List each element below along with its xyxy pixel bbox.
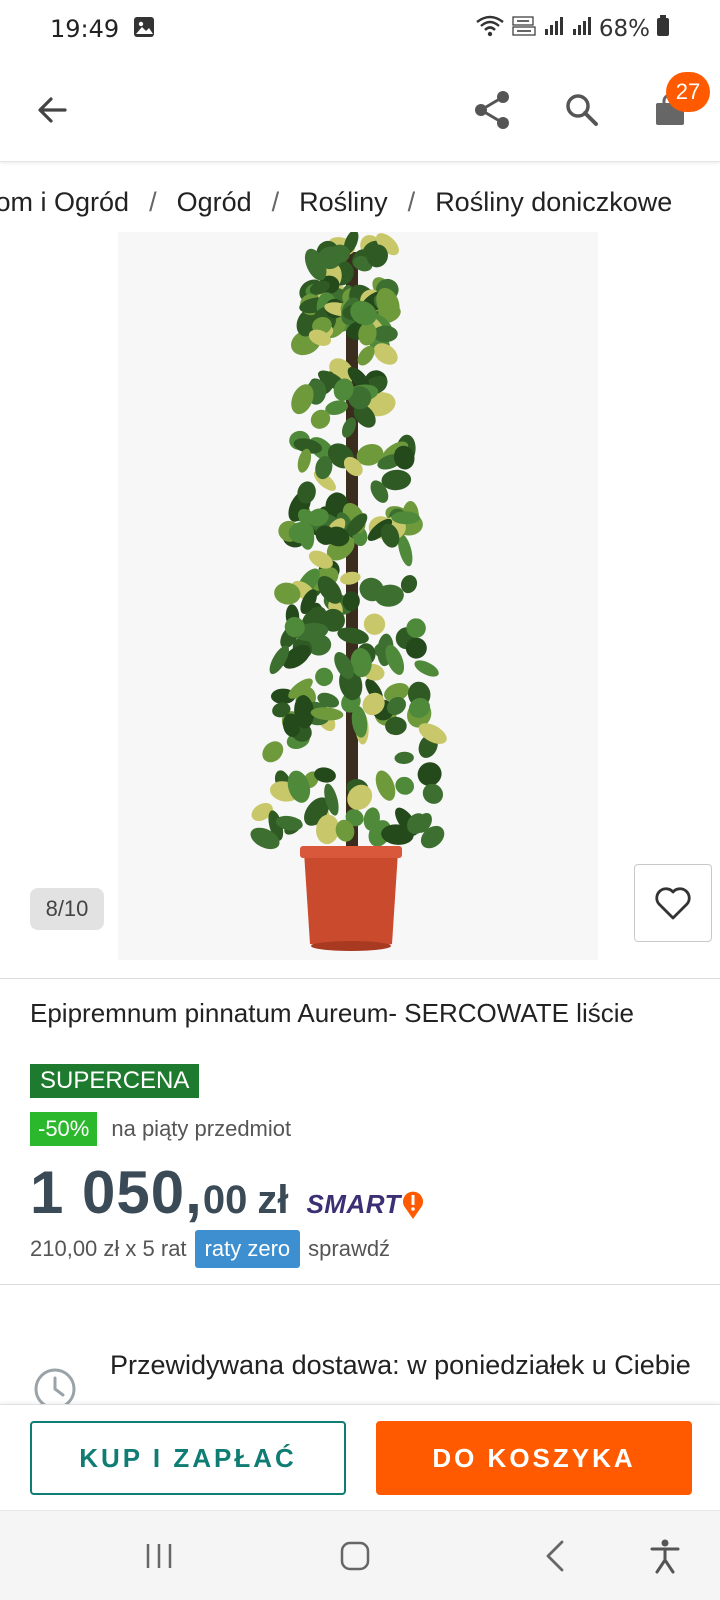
- smart-exclamation-icon: [402, 1191, 423, 1219]
- supercena-badge: SUPERCENA: [30, 1064, 200, 1098]
- installment-text: 210,00 zł x 5 rat: [30, 1236, 187, 1261]
- accessibility-icon: [650, 1539, 680, 1574]
- search-button[interactable]: [560, 86, 604, 134]
- leaf-shape: [315, 667, 334, 687]
- back-arrow-icon: [38, 97, 67, 123]
- divider: [0, 978, 720, 979]
- status-left: 19:49: [50, 15, 155, 43]
- delivery-text: Przewidywana dostawa: w poniedziałek u C…: [110, 1350, 691, 1380]
- status-right: 68%: [475, 14, 670, 44]
- product-image: [250, 232, 447, 951]
- search-icon: [566, 94, 598, 126]
- product-gallery[interactable]: 8/10: [0, 232, 720, 960]
- leaf-shape: [262, 741, 284, 763]
- discount-badge: -50%: [30, 1112, 98, 1146]
- favorite-button[interactable]: [634, 864, 712, 942]
- divider: [0, 1284, 720, 1285]
- buy-now-button[interactable]: KUP I ZAPŁAĆ: [30, 1421, 346, 1495]
- breadcrumb-item[interactable]: Ogród: [177, 187, 252, 218]
- breadcrumb-item[interactable]: Dom i Ogród: [0, 187, 129, 218]
- cart-count-badge: 27: [666, 72, 710, 112]
- discount-text: na piąty przedmiot: [111, 1116, 292, 1141]
- smart-label: SMART: [306, 1189, 401, 1219]
- bottom-action-bar: KUP I ZAPŁAĆ DO KOSZYKA: [0, 1404, 720, 1510]
- discount-row: -50% na piąty przedmiot: [30, 1112, 291, 1146]
- leaf-shape: [394, 751, 414, 765]
- image-counter: 8/10: [30, 888, 104, 930]
- breadcrumb-separator: /: [271, 186, 280, 217]
- smart-logo[interactable]: SMART: [306, 1189, 424, 1220]
- back-nav-button[interactable]: [530, 1531, 580, 1581]
- leaf-shape: [414, 660, 439, 677]
- price-row: 1 050, 00 zł SMART: [30, 1158, 425, 1227]
- accessibility-button[interactable]: [640, 1531, 690, 1581]
- share-button[interactable]: [470, 86, 514, 134]
- heart-icon: [655, 887, 691, 920]
- breadcrumb-item[interactable]: Rośliny: [299, 187, 388, 218]
- back-icon: [546, 1540, 564, 1572]
- check-link[interactable]: sprawdź: [308, 1236, 390, 1262]
- breadcrumb-separator: /: [149, 186, 157, 217]
- volte-icon: [511, 14, 537, 44]
- recents-icon: [146, 1544, 172, 1568]
- delivery-info[interactable]: Przewidywana dostawa: w poniedziałek u C…: [30, 1348, 710, 1404]
- status-bar: 19:49 68%: [0, 0, 720, 58]
- signal-icon: [543, 15, 565, 43]
- add-to-cart-button[interactable]: DO KOSZYKA: [376, 1421, 692, 1495]
- breadcrumb: Dom i Ogród / Ogród / Rośliny / Rośliny …: [0, 180, 720, 224]
- clock-icon: [34, 1368, 76, 1404]
- system-nav-bar: [0, 1510, 720, 1600]
- app-bar: 27: [0, 58, 720, 162]
- price-main: 1 050,: [30, 1159, 203, 1226]
- price-decimals: 00: [202, 1178, 248, 1222]
- signal-icon: [571, 15, 593, 43]
- gallery-icon: [133, 16, 155, 43]
- back-button[interactable]: [30, 88, 74, 132]
- recents-button[interactable]: [134, 1531, 184, 1581]
- price-currency: zł: [257, 1178, 289, 1222]
- home-button[interactable]: [330, 1531, 380, 1581]
- raty-zero-badge[interactable]: raty zero: [194, 1230, 301, 1268]
- leaf-shape: [340, 571, 361, 585]
- leaf-shape: [395, 776, 415, 795]
- status-time: 19:49: [50, 15, 120, 43]
- breadcrumb-item[interactable]: Rośliny doniczkowe: [435, 187, 672, 218]
- battery-icon: [656, 15, 670, 43]
- breadcrumb-separator: /: [407, 186, 416, 217]
- product-title: Epipremnum pinnatum Aureum- SERCOWATE li…: [30, 998, 634, 1028]
- battery-percent: 68%: [598, 16, 650, 42]
- wifi-icon: [475, 14, 505, 44]
- installments-row: 210,00 zł x 5 rat raty zero sprawdź: [30, 1230, 390, 1268]
- leaf-shape: [375, 770, 396, 801]
- share-icon: [475, 91, 509, 129]
- home-icon: [340, 1541, 370, 1571]
